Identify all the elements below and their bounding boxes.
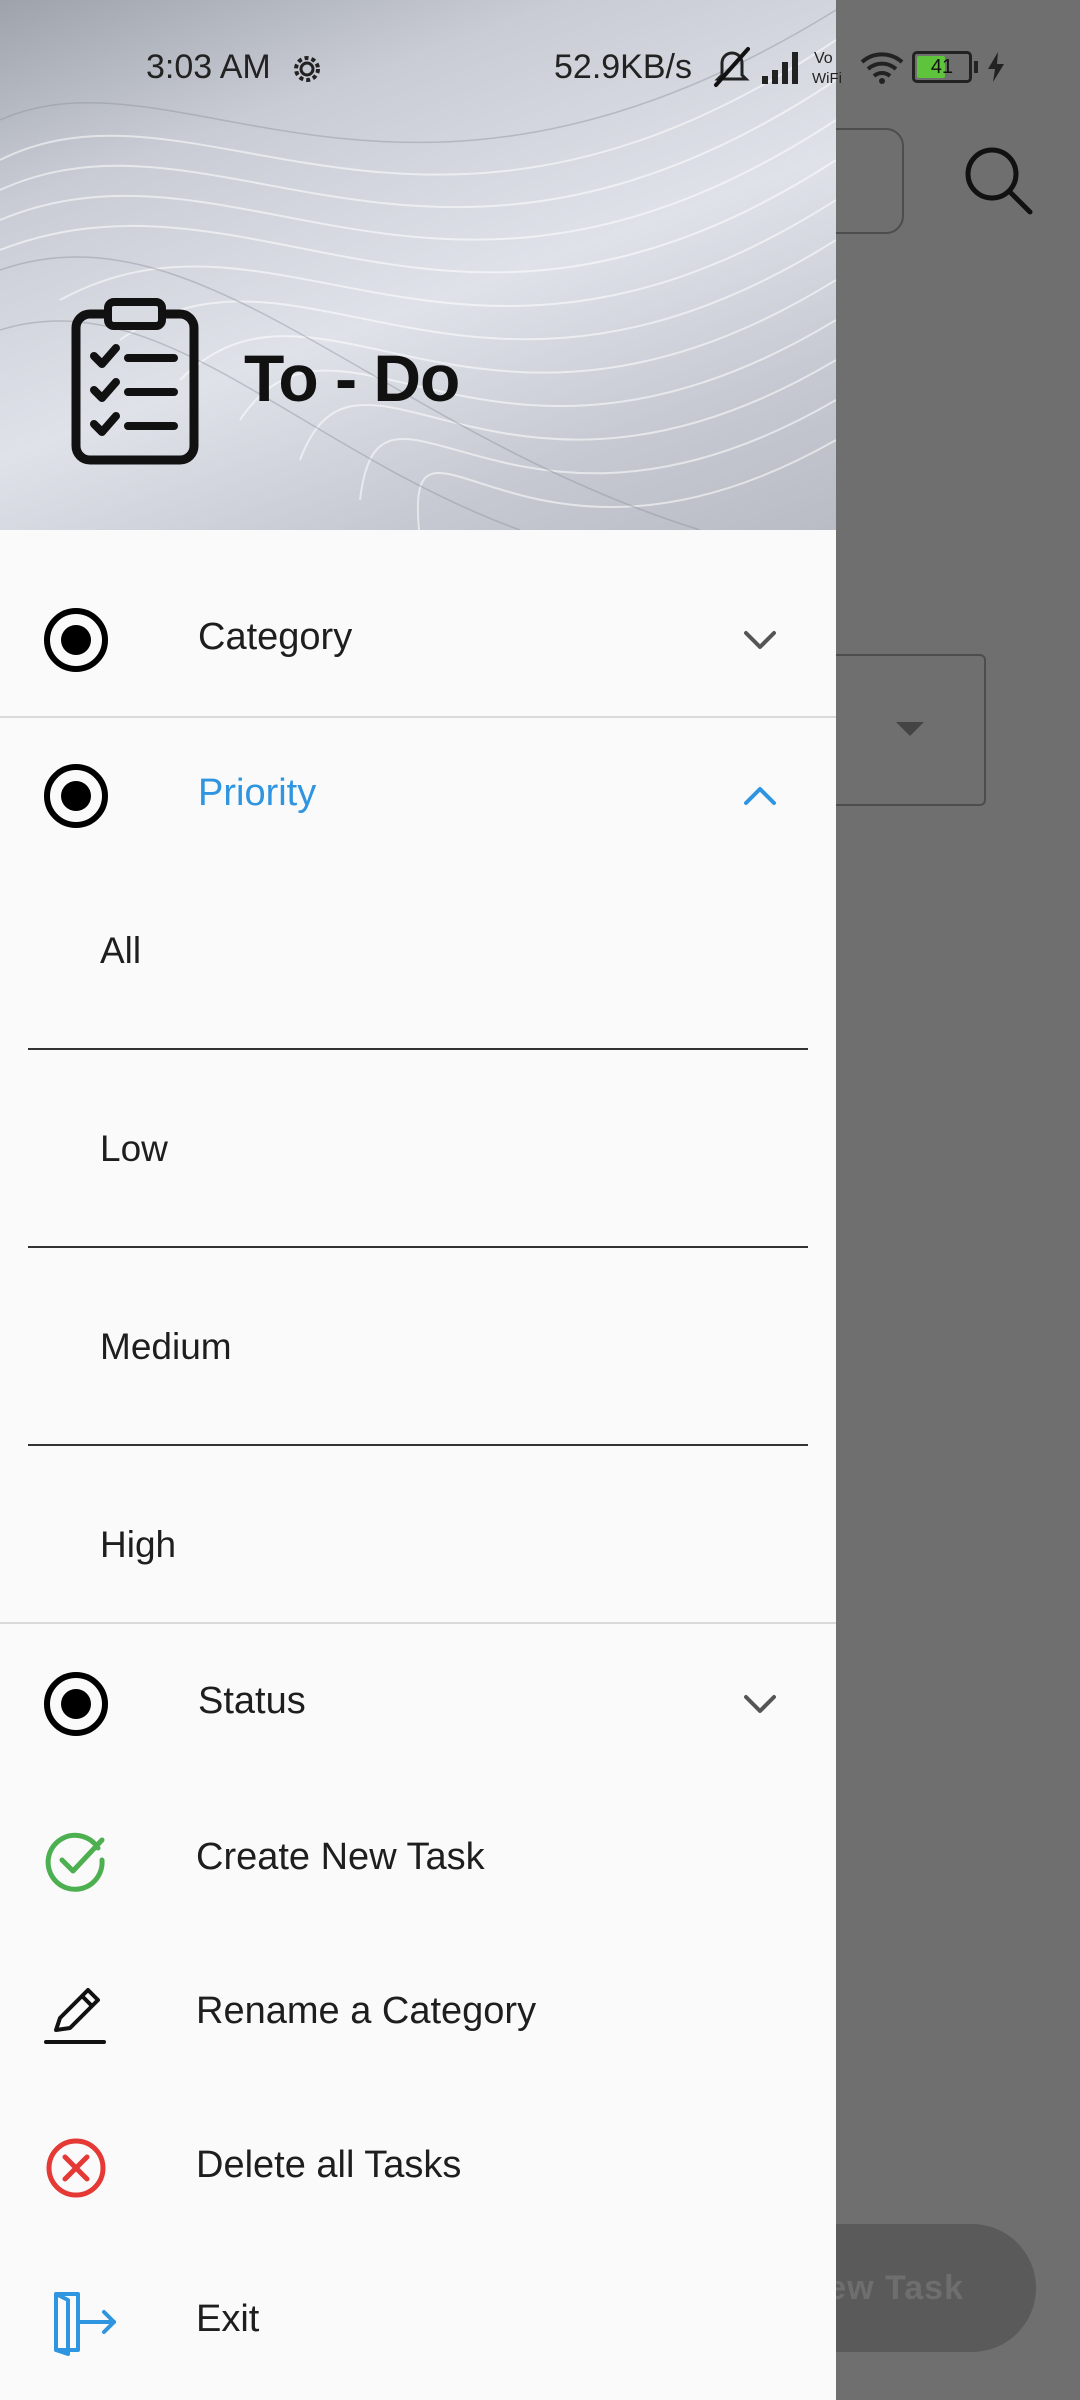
menu-category[interactable]: Category [0,590,836,690]
status-bar: 3:03 AM 52.9KB/s Vo WiFi 41 [0,0,1004,104]
action-delete-label: Delete all Tasks [196,2144,462,2186]
action-exit-label: Exit [196,2298,260,2340]
status-icons: Vo WiFi 41 [712,42,1006,92]
chevron-down-icon[interactable] [738,1682,782,1726]
action-delete-all-tasks[interactable]: Delete all Tasks [0,2118,836,2218]
radio-selected-icon [44,764,108,828]
chevron-up-icon[interactable] [738,774,782,818]
divider [28,1444,808,1446]
menu-priority[interactable]: Priority [0,746,836,846]
priority-option-label: Low [100,1128,168,1169]
action-exit[interactable]: Exit [0,2272,836,2372]
svg-text:WiFi: WiFi [812,70,842,87]
menu-status-label: Status [198,1680,306,1722]
app-title: To - Do [244,341,460,415]
menu-category-label: Category [198,616,353,658]
settings-gear-icon [294,56,320,82]
mute-icon [714,47,750,87]
priority-option-label: All [100,930,142,971]
navigation-drawer: To - Do Category Priority All Low Medium [0,0,836,2400]
cancel-circle-icon [46,2138,106,2198]
action-create-new-task[interactable]: Create New Task [0,1810,836,1910]
divider [28,1246,808,1248]
priority-option-all[interactable]: All [0,890,836,1010]
wifi-icon [860,52,904,84]
action-rename-category[interactable]: Rename a Category [0,1964,836,2064]
priority-option-low[interactable]: Low [0,1088,836,1208]
radio-selected-icon [44,1672,108,1736]
vowifi-icon: Vo WiFi [812,50,842,87]
pencil-icon [44,1988,106,2044]
radio-selected-icon [44,608,108,672]
action-rename-label: Rename a Category [196,1990,537,2032]
divider [28,1048,808,1050]
divider [0,1622,836,1624]
priority-option-high[interactable]: High [0,1484,836,1604]
battery-icon: 41 [912,51,972,83]
priority-option-label: Medium [100,1326,232,1367]
dropdown-arrow-icon [896,722,924,736]
clipboard-checklist-icon [71,298,199,465]
svg-text:Vo: Vo [814,50,833,67]
battery-level: 41 [930,56,954,78]
status-time: 3:03 AM [146,48,271,86]
network-speed: 52.9KB/s [554,48,692,86]
search-icon [965,147,1033,215]
check-circle-icon [45,1832,105,1892]
divider [0,716,836,718]
menu-priority-label: Priority [198,772,317,814]
signal-icon [762,52,798,84]
charging-icon [988,52,1004,82]
priority-option-label: High [100,1524,177,1565]
exit-door-icon [54,2292,116,2356]
priority-option-medium[interactable]: Medium [0,1286,836,1406]
action-create-label: Create New Task [196,1836,485,1878]
battery-cap [974,61,978,73]
chevron-down-icon[interactable] [738,618,782,662]
menu-status[interactable]: Status [0,1654,836,1754]
